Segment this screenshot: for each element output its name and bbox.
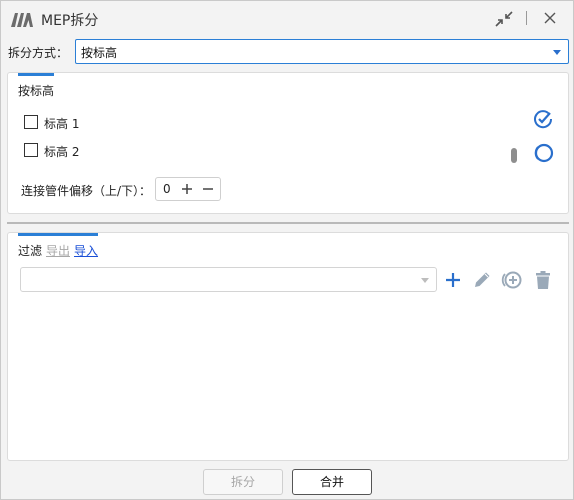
- tab-by-level[interactable]: 按标高: [18, 82, 54, 99]
- chevron-down-icon: [421, 278, 429, 283]
- trash-icon[interactable]: [532, 269, 554, 291]
- level-checkbox[interactable]: [24, 143, 38, 157]
- export-link[interactable]: 导出: [46, 242, 70, 259]
- collapse-arrows-icon[interactable]: [494, 10, 514, 28]
- increment-icon[interactable]: [178, 180, 196, 198]
- ring-icon[interactable]: [532, 142, 554, 164]
- level-checkbox[interactable]: [24, 115, 38, 129]
- title-separator: [526, 11, 527, 25]
- close-icon[interactable]: [540, 10, 560, 28]
- level-label: 标高 1: [44, 117, 80, 131]
- split-mode-value: 按标高: [81, 46, 118, 60]
- split-mode-select[interactable]: 按标高: [75, 39, 569, 64]
- offset-value[interactable]: 0: [163, 182, 171, 196]
- level-label: 标高 2: [44, 145, 80, 159]
- tab-filter[interactable]: 过滤: [18, 242, 42, 259]
- panel-divider[interactable]: [7, 222, 569, 224]
- levels-panel: 按标高 标高 1 标高 2 连接管件偏移（上/下）： 0: [7, 72, 569, 214]
- filter-select[interactable]: [20, 267, 437, 292]
- window-title: MEP拆分: [41, 13, 99, 29]
- filter-panel: 过滤 导出 导入: [7, 232, 569, 461]
- offset-label: 连接管件偏移（上/下）：: [21, 184, 152, 198]
- pencil-icon[interactable]: [471, 269, 493, 291]
- tab-indicator: [18, 73, 54, 76]
- add-circle-icon[interactable]: [501, 269, 523, 291]
- merge-button[interactable]: 合并: [292, 469, 372, 495]
- split-button[interactable]: 拆分: [203, 469, 283, 495]
- app-logo-icon: [11, 13, 33, 27]
- title-bar: MEP拆分: [1, 1, 573, 37]
- plus-icon[interactable]: [442, 269, 464, 291]
- tab-indicator: [18, 233, 98, 236]
- chevron-down-icon: [553, 50, 561, 55]
- import-link[interactable]: 导入: [74, 242, 98, 259]
- check-circle-icon[interactable]: [532, 108, 554, 130]
- scrollbar-thumb[interactable]: [511, 148, 517, 163]
- mep-split-window: MEP拆分 拆分方式： 按标高 按标高 标高 1 标高 2 连接管件偏移（上/下…: [0, 0, 574, 500]
- offset-stepper[interactable]: 0: [155, 177, 221, 201]
- decrement-icon[interactable]: [199, 180, 217, 198]
- split-mode-label: 拆分方式：: [8, 46, 69, 60]
